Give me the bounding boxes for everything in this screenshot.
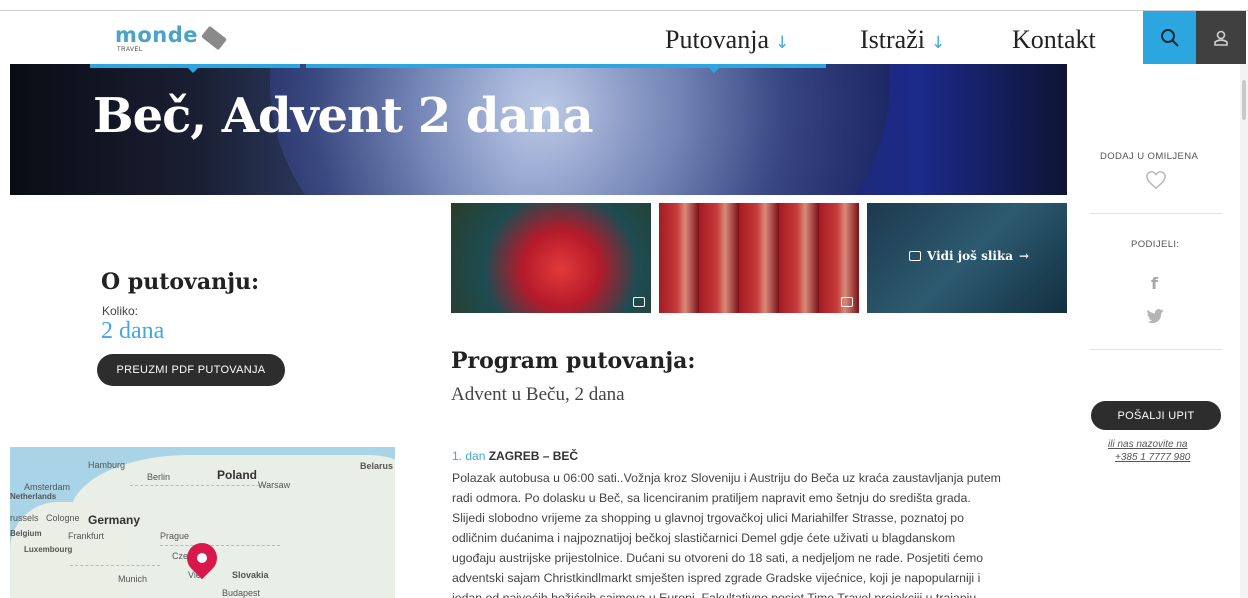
arrow-down-icon: ↓ [775, 33, 790, 53]
day-description-line: adventski sajam Christkindlmarkt smješte… [452, 571, 981, 585]
logo-text: monde [115, 23, 199, 47]
program-title: Program putovanja: [451, 348, 696, 374]
more-photos-label: Vidi još slika [927, 249, 1014, 263]
about-title: O putovanju: [101, 269, 260, 295]
map-label: Munich [118, 574, 148, 584]
day-title: ZAGREB – BEČ [488, 449, 579, 463]
map-label: Budapest [222, 588, 261, 598]
phone-link[interactable]: +385 1 7777 980 [1115, 452, 1190, 463]
image-icon [909, 251, 921, 261]
share-label: PODIJELI: [1131, 239, 1180, 250]
scrollbar-thumb[interactable] [1242, 80, 1246, 120]
add-to-favorites-label: DODAJ U OMILJENA [1100, 151, 1199, 162]
day-description-line: Polazak autobusa u 06:00 sati..Vožnja kr… [452, 471, 1001, 485]
twitter-icon[interactable] [1147, 308, 1165, 324]
map-label: Belarus [360, 461, 394, 471]
day-description-line: odličnim dućanima i najpoznatijoj bečkoj… [452, 531, 956, 545]
more-photos-link[interactable]: Vidi još slika → [909, 249, 1029, 263]
arrow-down-icon: ↓ [930, 33, 946, 53]
map-label: Slovakia [232, 570, 269, 580]
map-label: Frankfurt [68, 531, 105, 541]
day-description-line: ugođaju austrijske prijestolnice. Dućani… [452, 551, 984, 565]
accent-bar [306, 64, 826, 68]
map-border [130, 485, 270, 486]
day-description-line: Slijedi slobodno vrijeme za shopping u g… [452, 511, 964, 525]
gallery-thumb[interactable] [659, 203, 859, 313]
user-icon [1214, 30, 1228, 46]
logo-subtext: TRAVEL [117, 47, 143, 53]
map-label: Cologne [46, 513, 80, 523]
accent-notch [709, 68, 719, 73]
map-label: Berlin [147, 472, 171, 482]
more-photos-thumb[interactable]: Vidi još slika → [867, 203, 1067, 313]
map-label: Warsaw [258, 480, 291, 490]
map-label: Poland [217, 468, 258, 482]
site-header: monde TRAVEL Putovanja ↓ Istraži ↓ Kontakt [0, 11, 1248, 64]
location-pin-dot [197, 553, 207, 563]
route-map[interactable]: Hamburg Berlin Poland Warsaw Belarus Ams… [10, 447, 395, 598]
map-border [160, 545, 280, 546]
map-label: Germany [88, 513, 141, 527]
divider [1090, 213, 1222, 214]
map-label: Amsterdam [24, 482, 71, 492]
image-icon [633, 297, 645, 307]
accent-notch [188, 68, 198, 73]
program-subtitle: Advent u Beču, 2 dana [451, 384, 625, 405]
day-number: 1. dan [452, 449, 486, 463]
account-button[interactable] [1196, 11, 1246, 64]
logo[interactable]: monde TRAVEL [115, 23, 235, 63]
search-icon [1160, 28, 1179, 47]
map-label: Netherlands [10, 492, 57, 501]
day-description-line: radi odmora. Po dolasku u Beč, sa licenc… [452, 491, 971, 505]
facebook-icon[interactable]: f [1151, 274, 1158, 293]
nav-putovanja[interactable]: Putovanja ↓ [665, 25, 789, 55]
duration-value: 2 dana [101, 318, 165, 344]
arrow-right-icon: → [1019, 249, 1030, 263]
day-heading: 1. dan ZAGREB – BEČ [452, 449, 578, 463]
scrollbar-track[interactable] [1240, 64, 1248, 598]
search-button[interactable] [1143, 11, 1196, 64]
day-description: Polazak autobusa u 06:00 sati..Vožnja kr… [452, 468, 1062, 598]
nav-istrazi[interactable]: Istraži ↓ [860, 25, 945, 55]
page-title: Beč, Advent 2 dana [93, 88, 594, 144]
send-inquiry-button[interactable]: POŠALJI UPIT [1091, 401, 1221, 430]
nav-putovanja-label: Putovanja [665, 25, 769, 54]
map-label: Luxembourg [24, 545, 73, 554]
map-border [70, 565, 160, 566]
gallery-thumb[interactable] [451, 203, 651, 313]
map-label: russels [10, 513, 39, 523]
nav-kontakt[interactable]: Kontakt [1012, 25, 1096, 55]
call-us-text: ili nas nazovite na [1108, 439, 1188, 450]
tag-icon [201, 25, 227, 51]
day-description-line: jedan od najvećih božićnih sajmova u Eur… [452, 591, 977, 598]
map-label: Hamburg [88, 460, 126, 470]
download-pdf-button[interactable]: PREUZMI PDF PUTOVANJA [97, 354, 285, 386]
map-label: Belgium [10, 529, 42, 538]
nav-istrazi-label: Istraži [860, 25, 925, 54]
heart-icon[interactable] [1145, 170, 1167, 190]
divider [1090, 349, 1222, 350]
hero-banner: Beč, Advent 2 dana [10, 64, 1067, 195]
map-label: Prague [160, 531, 190, 541]
nav-kontakt-label: Kontakt [1012, 25, 1096, 54]
duration-label: Koliko: [102, 304, 139, 318]
image-icon [841, 297, 853, 307]
